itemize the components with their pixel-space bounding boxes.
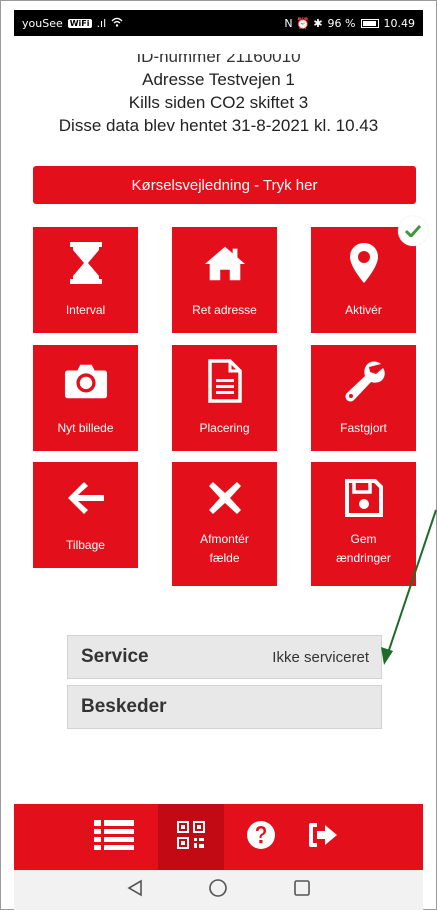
- placement-tile[interactable]: Placering: [172, 345, 277, 451]
- tile-label: Afmontér fælde: [200, 530, 249, 568]
- checkmark-icon: [398, 216, 428, 246]
- help-nav-button[interactable]: [224, 804, 298, 870]
- new-photo-tile[interactable]: Nyt billede: [33, 345, 138, 451]
- battery-icon: [360, 18, 379, 28]
- activate-tile[interactable]: Aktivér: [311, 227, 416, 333]
- recents-square-icon[interactable]: [293, 879, 311, 902]
- status-icons: N ⏰ ✱: [284, 16, 323, 30]
- service-title: Service: [81, 646, 149, 667]
- arrow-left-icon: [64, 476, 108, 520]
- bottom-nav: [14, 804, 423, 870]
- close-icon: [203, 476, 247, 520]
- tile-label-line1: Gem: [350, 532, 377, 546]
- save-changes-tile[interactable]: Gem ændringer: [311, 462, 416, 586]
- address-line: Adresse Testvejen 1: [142, 70, 295, 89]
- service-panel[interactable]: Service Ikke serviceret: [67, 635, 382, 679]
- clock: 10.49: [383, 16, 416, 30]
- qr-nav-button[interactable]: [158, 804, 224, 870]
- id-number: ID-nummer 21160010: [136, 54, 301, 66]
- tile-label: Tilbage: [66, 538, 105, 552]
- messages-title: Beskeder: [81, 696, 167, 717]
- tile-label: Nyt billede: [57, 421, 114, 435]
- fetched-line: Disse data blev hentet 31-8-2021 kl. 10.…: [58, 116, 379, 135]
- home-icon: [203, 241, 247, 285]
- document-icon: [203, 359, 247, 403]
- tile-label-line2: ændringer: [336, 551, 391, 565]
- tile-label: Placering: [199, 421, 250, 435]
- logout-nav-button[interactable]: [298, 804, 348, 870]
- list-nav-button[interactable]: [70, 804, 158, 870]
- tile-label-line2: fælde: [209, 551, 240, 565]
- back-tile[interactable]: Tilbage: [33, 462, 138, 568]
- wifi-calling-badge: WiFi: [67, 18, 92, 28]
- wrench-icon: [342, 359, 386, 403]
- tile-label: Ret adresse: [192, 303, 257, 317]
- driving-directions-button[interactable]: Kørselsvejledning - Tryk her: [33, 166, 416, 204]
- tile-label: Aktivér: [345, 303, 382, 317]
- service-status: Ikke serviceret: [272, 648, 369, 666]
- carrier-label: youSee: [22, 16, 63, 30]
- status-bar: youSee WiFi .ıl N ⏰ ✱ 96 % 10.49: [14, 10, 423, 36]
- dismount-trap-tile[interactable]: Afmontér fælde: [172, 462, 277, 586]
- tile-label: Interval: [65, 303, 106, 317]
- tile-label-line1: Afmontér: [200, 532, 249, 546]
- floppy-disk-icon: [342, 476, 386, 520]
- interval-tile[interactable]: Interval: [33, 227, 138, 333]
- qr-code-icon: [177, 820, 205, 854]
- wifi-icon: [111, 17, 123, 30]
- tile-label: Gem ændringer: [336, 530, 391, 568]
- signal-icon: .ıl: [96, 16, 107, 30]
- map-pin-icon: [342, 241, 386, 285]
- kills-line: Kills siden CO2 skiftet 3: [128, 93, 309, 112]
- fastened-tile[interactable]: Fastgjort: [311, 345, 416, 451]
- list-icon: [94, 819, 134, 856]
- tile-label: Fastgjort: [340, 421, 387, 435]
- camera-icon: [64, 359, 108, 403]
- edit-address-tile[interactable]: Ret adresse: [172, 227, 277, 333]
- logout-icon: [307, 821, 339, 854]
- home-circle-icon[interactable]: [208, 878, 228, 903]
- trap-info: ID-nummer 21160010 Adresse Testvejen 1 K…: [14, 54, 423, 137]
- android-nav-bar: [14, 870, 423, 910]
- back-triangle-icon[interactable]: [126, 879, 143, 902]
- messages-panel[interactable]: Beskeder: [67, 685, 382, 729]
- battery-percent: 96 %: [327, 16, 356, 30]
- hourglass-icon: [64, 241, 108, 285]
- help-icon: [246, 820, 276, 855]
